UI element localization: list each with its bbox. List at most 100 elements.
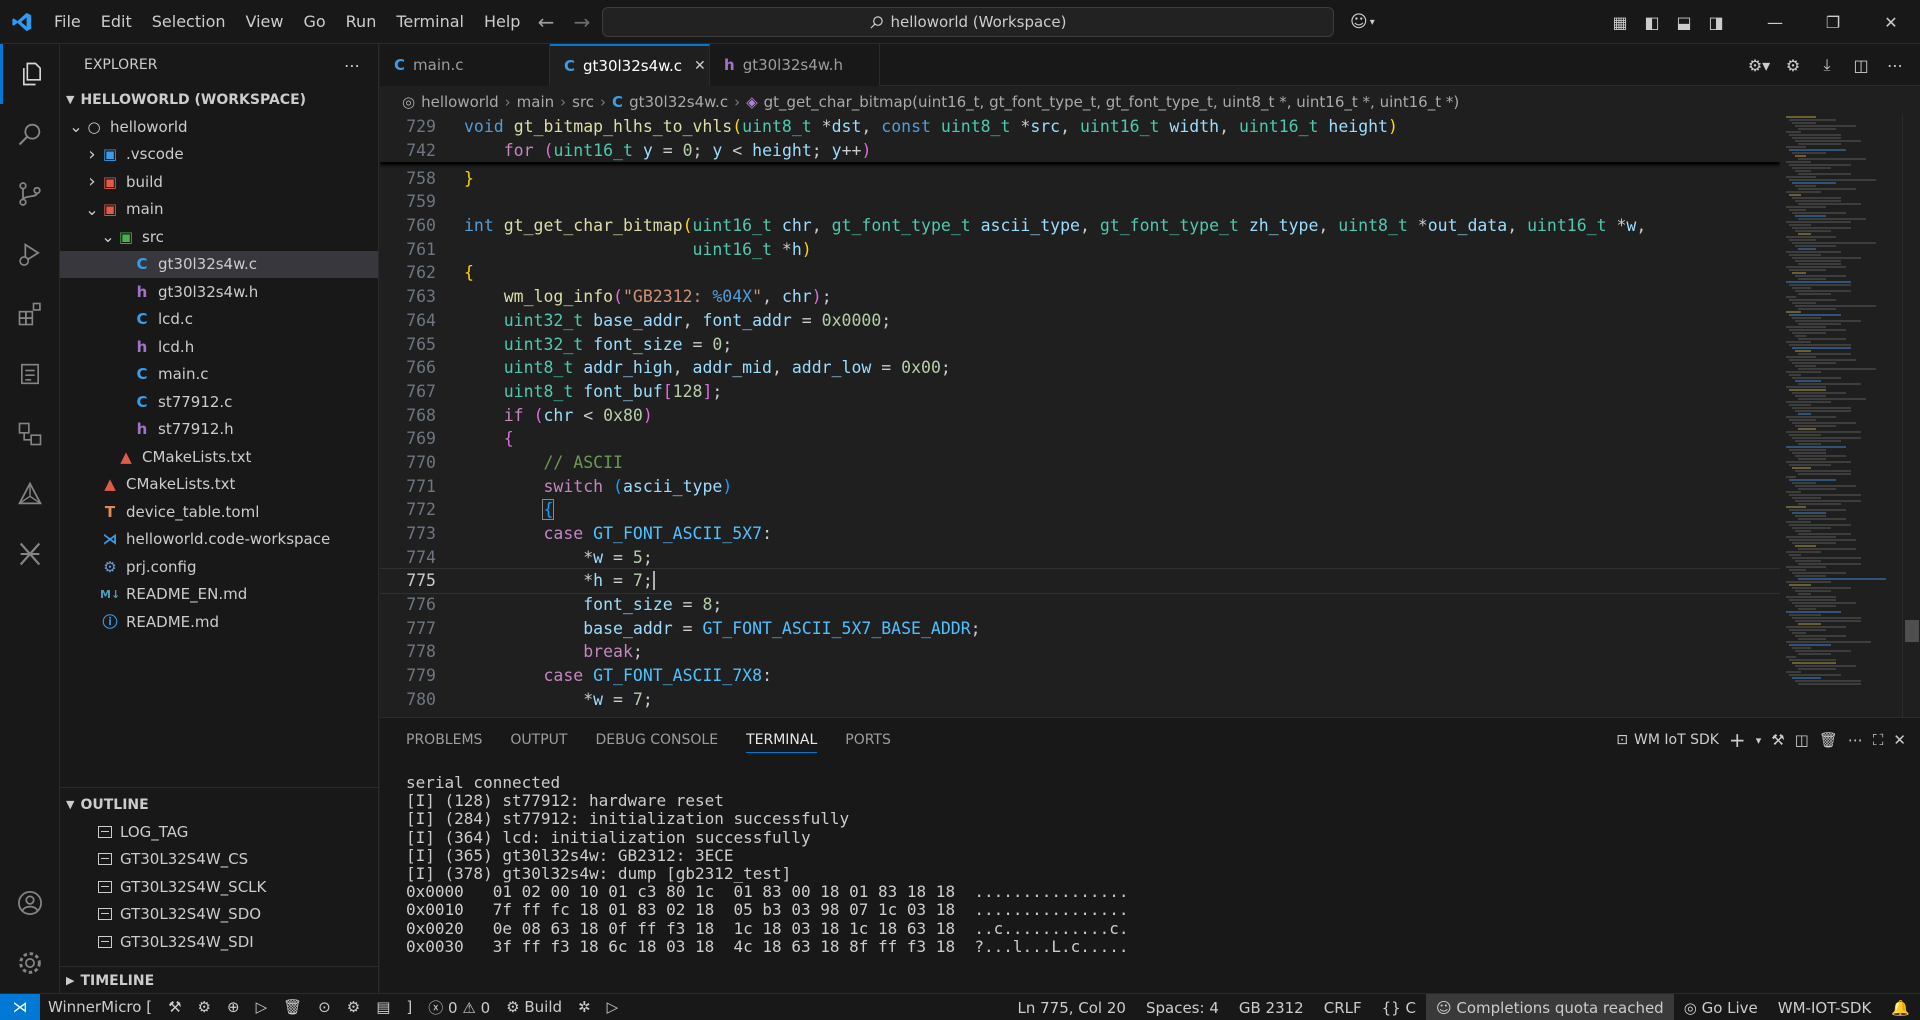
cursor-position[interactable]: Ln 775, Col 20 [1007,999,1135,1017]
code-line[interactable]: 759 [380,190,1780,214]
code-line[interactable]: 761 uint16_t *h) [380,237,1780,261]
code-line[interactable]: 769 { [380,427,1780,451]
tree-item[interactable]: ⋊ helloworld.code-workspace [60,526,378,554]
code-line[interactable]: 772 { [380,498,1780,522]
tree-item[interactable]: Cmain.c [60,361,378,389]
gear-icon[interactable]: ⚙ [190,998,219,1016]
code-line[interactable]: 765 uint32_t font_size = 0; [380,332,1780,356]
menu-edit[interactable]: Edit [91,0,142,44]
language-mode[interactable]: {} C [1372,999,1426,1017]
code-line[interactable]: 742 for (uint16_t y = 0; y < height; y++… [380,139,1780,163]
build-button[interactable]: ⚙ Build [498,998,570,1016]
tree-item[interactable]: ⌄ ▣ main [60,196,378,224]
toggle-panel-icon[interactable]: ⬓ [1668,13,1700,32]
maximize-panel-icon[interactable]: ⛶ [1873,731,1884,749]
split-editor-icon[interactable]: ◫ [1846,56,1876,75]
menu-terminal[interactable]: Terminal [386,0,474,44]
timeline-section-header[interactable]: ▶ TIMELINE [60,967,378,993]
code-line[interactable]: 760 int gt_get_char_bitmap(uint16_t chr, … [380,214,1780,238]
outline-item[interactable]: GT30L32S4W_SDO [60,901,378,929]
search-icon[interactable] [0,104,60,164]
code-line[interactable]: 777 base_addr = GT_FONT_ASCII_5X7_BASE_A… [380,616,1780,640]
outline-item[interactable]: GT30L32S4W_SDI [60,928,378,956]
customize-layout-icon[interactable]: ▦ [1604,13,1636,32]
notifications-bell-icon[interactable]: 🔔 [1881,999,1920,1017]
cmake-icon[interactable] [0,464,60,524]
breadcrumb-item[interactable]: main [517,93,554,111]
debug-bug-icon[interactable]: ✲ [570,998,599,1016]
run-icon[interactable]: ▷ [248,998,276,1016]
restore-icon[interactable]: ❐ [1804,13,1862,32]
menu-selection[interactable]: Selection [142,0,236,44]
code-line[interactable]: 729 void gt_bitmap_hlhs_to_vhls(uint8_t *… [380,115,1780,139]
tree-item[interactable]: ▲ CMakeLists.txt [60,443,378,471]
code-line[interactable]: 778 break; [380,640,1780,664]
settings-gear-icon[interactable]: ⚙ [1778,56,1808,75]
run-debug-icon[interactable] [0,224,60,284]
wm-iot-icon[interactable] [0,524,60,584]
source-control-icon[interactable] [0,164,60,224]
code-line[interactable]: 774 *w = 5; [380,545,1780,569]
minimap[interactable] [1782,115,1902,717]
tab-main-c[interactable]: Cmain.c [380,44,550,86]
tab-gt30l32s4w-c[interactable]: Cgt30l32s4w.c ✕ [550,44,710,86]
code-line[interactable]: 780 *w = 7; [380,688,1780,712]
explorer-icon[interactable] [0,44,60,104]
trash-icon[interactable]: 🗑 [275,998,310,1016]
close-window-icon[interactable]: ✕ [1862,13,1920,32]
terminal-output[interactable]: serial connected [I] (128) st77912: hardw… [406,773,1880,956]
toggle-sidebar-icon[interactable]: ◧ [1636,13,1668,32]
run-debug-dropdown-icon[interactable]: ⚙▾ [1744,56,1774,75]
split-terminal-icon[interactable]: ◫ [1795,731,1809,749]
tree-item[interactable]: ⌄ ○ helloworld [60,113,378,141]
target-selector[interactable]: WinnerMicro [ [40,998,160,1016]
globe-icon[interactable]: ⊕ [219,998,248,1016]
testing-icon[interactable] [0,344,60,404]
command-center-search[interactable]: helloworld (Workspace) [602,7,1334,37]
tree-item[interactable]: Cst77912.c [60,388,378,416]
copilot-quota-status[interactable]: ☺ Completions quota reached [1425,994,1674,1020]
close-tab-icon[interactable]: ✕ [694,58,706,74]
code-line[interactable]: 758} [380,166,1780,190]
tree-item[interactable]: › ▣ build [60,168,378,196]
breadcrumb-item[interactable]: src [572,93,594,111]
outline-item[interactable]: LOG_TAG [60,818,378,846]
outline-item[interactable]: GT30L32S4W_SCLK [60,873,378,901]
tree-item[interactable]: Tdevice_table.toml [60,498,378,526]
close-panel-icon[interactable]: ✕ [1893,731,1906,749]
code-line[interactable]: 767 uint8_t font_buf[128]; [380,380,1780,404]
debug-icon[interactable]: ⚙ [339,998,368,1016]
tree-item[interactable]: ⌄ ▣ src [60,223,378,251]
panel-tab-ports[interactable]: PORTS [845,732,891,748]
code-line[interactable]: 775 *h = 7; [380,568,1780,594]
editor-scrollbar[interactable] [1902,115,1920,717]
toggle-secondary-sidebar-icon[interactable]: ◨ [1700,13,1732,32]
outline-section-header[interactable]: ▼ OUTLINE [60,791,378,818]
tree-item[interactable]: ⓘ README.md [60,608,378,636]
problems-indicator[interactable]: ⓧ 0 ⚠ 0 [420,997,498,1018]
vscode-logo-icon[interactable] [0,11,44,33]
menu-file[interactable]: File [44,0,91,44]
remote-explorer-icon[interactable] [0,404,60,464]
minimize-icon[interactable]: — [1746,13,1804,32]
scrollbar-thumb[interactable] [1905,620,1919,642]
tree-item[interactable]: › ▣ .vscode [60,141,378,169]
menu-help[interactable]: Help [474,0,530,44]
line-ending[interactable]: CRLF [1314,999,1372,1017]
panel-tab-debug-console[interactable]: DEBUG CONSOLE [595,732,718,748]
breadcrumb-item[interactable]: helloworld [421,93,499,111]
tree-item[interactable]: h lcd.h [60,333,378,361]
flash-icon[interactable]: ⊙ [310,998,339,1016]
code-line[interactable]: 773 case GT_FONT_ASCII_5X7: [380,522,1780,546]
terminal-selector[interactable]: ⊡ WM IoT SDK [1616,732,1719,748]
new-terminal-icon[interactable]: + [1729,728,1746,752]
code-line[interactable]: 770 // ASCII [380,451,1780,475]
tree-item[interactable]: M↓ README_EN.md [60,581,378,609]
sdk-indicator[interactable]: WM-IOT-SDK [1768,999,1882,1017]
menu-go[interactable]: Go [293,0,335,44]
go-live-button[interactable]: ◎ Go Live [1674,999,1768,1017]
extensions-icon[interactable] [0,284,60,344]
code-line[interactable]: 776 font_size = 8; [380,593,1780,617]
tools-icon[interactable]: ⚒ [1771,731,1784,749]
back-arrow-icon[interactable]: ← [528,10,564,34]
